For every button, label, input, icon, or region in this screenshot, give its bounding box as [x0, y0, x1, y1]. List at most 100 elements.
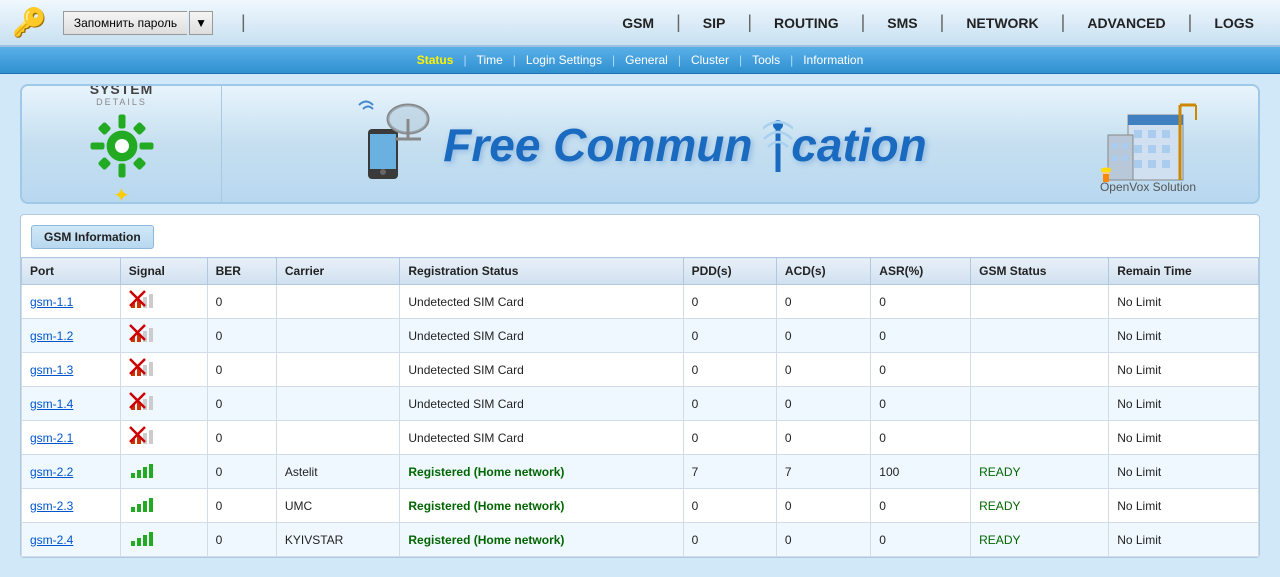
- col-remain-time: Remain Time: [1109, 258, 1259, 285]
- openvox-area: OpenVox Solution: [1058, 95, 1238, 194]
- port-link[interactable]: gsm-1.4: [30, 397, 73, 411]
- cell-signal: [120, 353, 207, 387]
- nav-sip[interactable]: SIP: [689, 11, 740, 35]
- cell-reg-status: Registered (Home network): [400, 523, 683, 557]
- subnav-tools[interactable]: Tools: [742, 51, 790, 69]
- cell-reg-status: Undetected SIM Card: [400, 421, 683, 455]
- signal-icon-red: [129, 290, 157, 310]
- banner: SYSTEM DETAILS ✦: [20, 84, 1260, 204]
- table-row: gsm-1.20Undetected SIM Card000No Limit: [22, 319, 1259, 353]
- cell-remain-time: No Limit: [1109, 421, 1259, 455]
- cell-reg-status: Registered (Home network): [400, 489, 683, 523]
- logo-icon: 🔑: [12, 6, 47, 39]
- cell-carrier: UMC: [276, 489, 400, 523]
- cell-carrier: [276, 353, 400, 387]
- port-link[interactable]: gsm-1.1: [30, 295, 73, 309]
- cell-acd: 0: [776, 523, 870, 557]
- gsm-table: Port Signal BER Carrier Registration Sta…: [21, 257, 1259, 557]
- subnav-time[interactable]: Time: [467, 51, 513, 69]
- signal-icon-red: [129, 426, 157, 446]
- table-header-row: Port Signal BER Carrier Registration Sta…: [22, 258, 1259, 285]
- cell-pdd: 0: [683, 387, 776, 421]
- cell-carrier: Astelit: [276, 455, 400, 489]
- table-row: gsm-1.10Undetected SIM Card000No Limit: [22, 285, 1259, 319]
- port-link[interactable]: gsm-2.4: [30, 533, 73, 547]
- cell-signal: [120, 489, 207, 523]
- nav-sep-1: |: [676, 12, 681, 33]
- signal-icon-green: [129, 494, 157, 514]
- col-signal: Signal: [120, 258, 207, 285]
- port-link[interactable]: gsm-1.3: [30, 363, 73, 377]
- dropdown-arrow-button[interactable]: ▼: [189, 11, 213, 35]
- nav-logs[interactable]: LOGS: [1200, 11, 1268, 35]
- cell-port: gsm-1.1: [22, 285, 121, 319]
- cell-pdd: 0: [683, 489, 776, 523]
- subnav-information[interactable]: Information: [793, 51, 873, 69]
- cell-ber: 0: [207, 455, 276, 489]
- cell-gsm-status: [971, 285, 1109, 319]
- cell-gsm-status: READY: [971, 489, 1109, 523]
- cell-reg-status: Registered (Home network): [400, 455, 683, 489]
- col-acd: ACD(s): [776, 258, 870, 285]
- cell-ber: 0: [207, 353, 276, 387]
- subnav-status[interactable]: Status: [407, 51, 464, 69]
- cell-asr: 0: [871, 523, 971, 557]
- table-row: gsm-1.30Undetected SIM Card000No Limit: [22, 353, 1259, 387]
- nav-sep-2: |: [747, 12, 752, 33]
- cell-pdd: 0: [683, 319, 776, 353]
- system-label: SYSTEM: [90, 84, 154, 97]
- cell-port: gsm-1.3: [22, 353, 121, 387]
- cell-ber: 0: [207, 285, 276, 319]
- cell-ber: 0: [207, 523, 276, 557]
- subnav-general[interactable]: General: [615, 51, 678, 69]
- nav-links: GSM | SIP | ROUTING | SMS | NETWORK | AD…: [254, 11, 1268, 35]
- table-row: gsm-1.40Undetected SIM Card000No Limit: [22, 387, 1259, 421]
- port-link[interactable]: gsm-1.2: [30, 329, 73, 343]
- signal-icon-green: [129, 460, 157, 480]
- cell-carrier: [276, 421, 400, 455]
- details-label: DETAILS: [96, 97, 147, 107]
- remember-password-button[interactable]: Запомнить пароль: [63, 11, 187, 35]
- port-link[interactable]: gsm-2.2: [30, 465, 73, 479]
- cell-gsm-status: [971, 353, 1109, 387]
- cell-remain-time: No Limit: [1109, 489, 1259, 523]
- gear-icon: [87, 111, 157, 181]
- nav-network[interactable]: NETWORK: [952, 11, 1052, 35]
- nav-advanced[interactable]: ADVANCED: [1073, 11, 1179, 35]
- col-pdd: PDD(s): [683, 258, 776, 285]
- signal-icon-red: [129, 358, 157, 378]
- cell-carrier: [276, 319, 400, 353]
- cell-asr: 0: [871, 285, 971, 319]
- cell-asr: 0: [871, 319, 971, 353]
- cell-port: gsm-1.2: [22, 319, 121, 353]
- col-gsm-status: GSM Status: [971, 258, 1109, 285]
- cell-reg-status: Undetected SIM Card: [400, 387, 683, 421]
- subnav-cluster[interactable]: Cluster: [681, 51, 739, 69]
- nav-sep-5: |: [1061, 12, 1066, 33]
- col-carrier: Carrier: [276, 258, 400, 285]
- port-link[interactable]: gsm-2.1: [30, 431, 73, 445]
- nav-routing[interactable]: ROUTING: [760, 11, 853, 35]
- cell-carrier: KYIVSTAR: [276, 523, 400, 557]
- star-decoration: ✦: [113, 183, 130, 205]
- nav-sep-6: |: [1188, 12, 1193, 33]
- cell-acd: 7: [776, 455, 870, 489]
- col-ber: BER: [207, 258, 276, 285]
- subnav-login-settings[interactable]: Login Settings: [516, 51, 612, 69]
- building-icon: [1098, 95, 1198, 185]
- main-content: GSM Information Port Signal BER Carrier …: [20, 214, 1260, 558]
- port-link[interactable]: gsm-2.3: [30, 499, 73, 513]
- cell-acd: 0: [776, 285, 870, 319]
- nav-gsm[interactable]: GSM: [608, 11, 668, 35]
- cell-carrier: [276, 387, 400, 421]
- antenna-icon: [763, 117, 793, 172]
- nav-sms[interactable]: SMS: [873, 11, 931, 35]
- cell-asr: 0: [871, 387, 971, 421]
- cell-signal: [120, 319, 207, 353]
- cell-asr: 0: [871, 489, 971, 523]
- cell-signal: [120, 523, 207, 557]
- signal-icon-green: [129, 528, 157, 548]
- cell-gsm-status: [971, 421, 1109, 455]
- phone-satellite-icon: [353, 99, 433, 189]
- cell-remain-time: No Limit: [1109, 285, 1259, 319]
